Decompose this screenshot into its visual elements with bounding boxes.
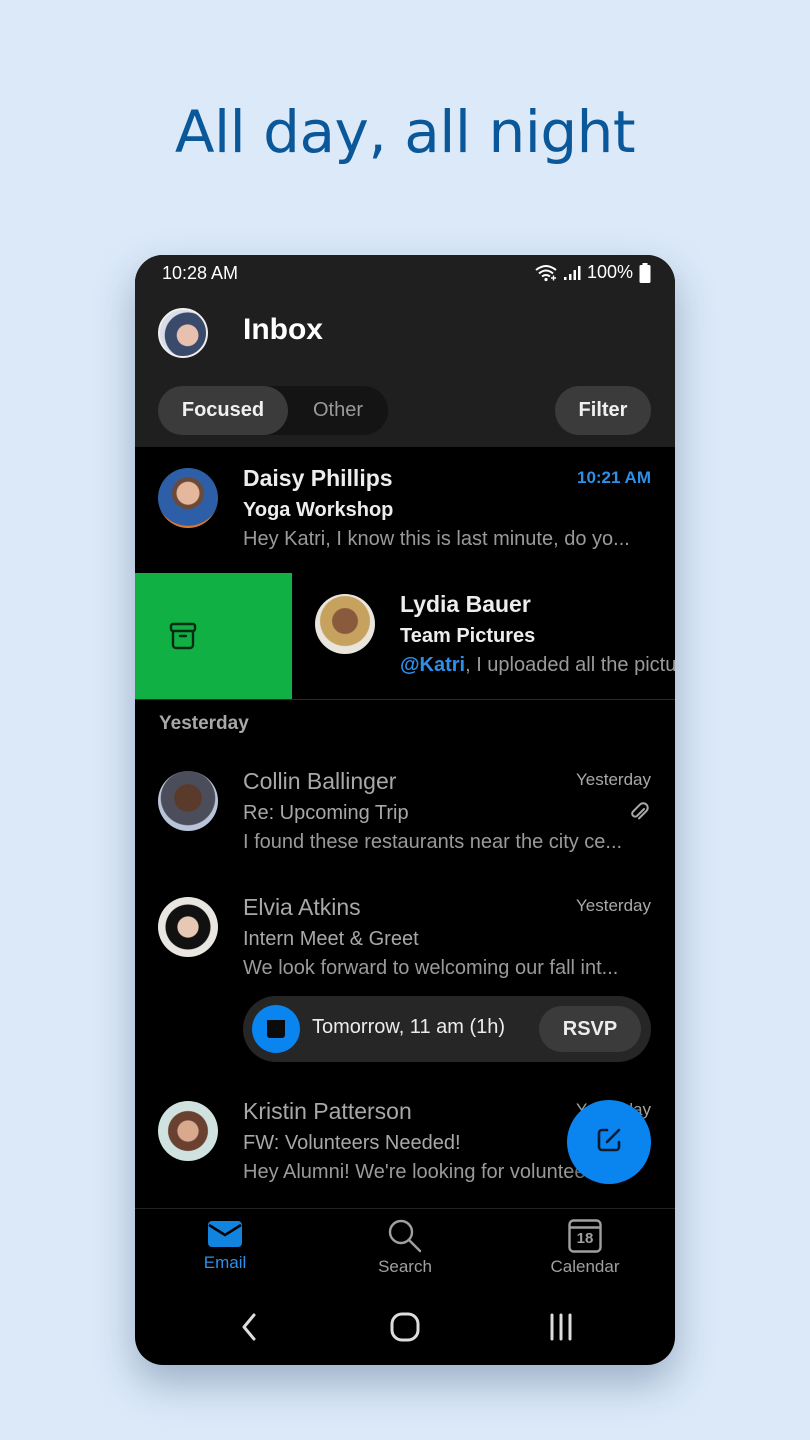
- message-preview: We look forward to welcoming our fall in…: [243, 957, 619, 979]
- section-header-yesterday: Yesterday: [159, 713, 249, 734]
- preview-text: , I uploaded all the pictures: [465, 654, 675, 676]
- inbox-pivot: Focused Other: [158, 386, 388, 435]
- home-icon: [390, 1312, 420, 1347]
- message-subject: Re: Upcoming Trip: [243, 802, 409, 824]
- battery-icon: [639, 262, 651, 283]
- signal-icon: [563, 265, 581, 281]
- sender-avatar: [158, 1101, 218, 1161]
- divider: [135, 699, 675, 700]
- nav-search[interactable]: Search: [335, 1219, 475, 1277]
- message-preview: Hey Katri, I know this is last minute, d…: [243, 528, 630, 550]
- nav-email[interactable]: Email: [155, 1219, 295, 1273]
- message-subject: Team Pictures: [400, 625, 536, 647]
- sender-avatar: [158, 771, 218, 831]
- message-row[interactable]: Lydia Bauer Team Pictures @Katri, I uplo…: [292, 573, 675, 699]
- event-card[interactable]: Tomorrow, 11 am (1h) RSVP: [243, 996, 651, 1062]
- calendar-day: 18: [576, 1230, 594, 1247]
- message-subject: Yoga Workshop: [243, 499, 394, 521]
- calendar-icon: 18: [568, 1219, 602, 1253]
- back-button[interactable]: [229, 1309, 269, 1349]
- system-nav-bar: [135, 1293, 675, 1365]
- sender-avatar: [315, 594, 375, 654]
- back-icon: [239, 1312, 259, 1347]
- compose-icon: [594, 1125, 624, 1160]
- nav-calendar[interactable]: 18 Calendar: [515, 1219, 655, 1277]
- sender-avatar: [158, 468, 218, 528]
- wifi-icon: [535, 264, 557, 282]
- calendar-event-icon: [252, 1005, 300, 1053]
- tab-focused[interactable]: Focused: [158, 386, 288, 435]
- sender-name: Elvia Atkins: [243, 894, 361, 920]
- nav-email-label: Email: [203, 1253, 247, 1272]
- compose-button[interactable]: [567, 1100, 651, 1184]
- message-subject: FW: Volunteers Needed!: [243, 1132, 461, 1154]
- account-avatar[interactable]: [158, 308, 208, 358]
- sender-name: Collin Ballinger: [243, 768, 397, 794]
- battery-percent: 100%: [586, 262, 633, 282]
- mention[interactable]: @Katri: [400, 654, 465, 676]
- message-row[interactable]: Collin Ballinger Yesterday Re: Upcoming …: [135, 755, 675, 875]
- message-preview: I found these restaurants near the city …: [243, 831, 623, 853]
- nav-search-label: Search: [378, 1257, 432, 1276]
- search-icon: [335, 1219, 475, 1253]
- message-time: Yesterday: [576, 770, 651, 789]
- status-bar: 10:28 AM 100%: [135, 255, 675, 291]
- event-time: Tomorrow, 11 am (1h): [312, 1016, 506, 1038]
- archive-icon: [169, 621, 197, 656]
- status-icons: 100%: [535, 262, 651, 283]
- mail-icon: [155, 1219, 295, 1249]
- sender-name: Kristin Patterson: [243, 1098, 412, 1124]
- recents-icon: [548, 1312, 574, 1347]
- filter-button[interactable]: Filter: [555, 386, 651, 435]
- app-header: 10:28 AM 100% Inbox Focused Other Filter: [135, 255, 675, 447]
- home-button[interactable]: [385, 1309, 425, 1349]
- status-time: 10:28 AM: [162, 263, 239, 283]
- sender-name: Lydia Bauer: [400, 591, 531, 617]
- message-subject: Intern Meet & Greet: [243, 928, 419, 950]
- tab-other[interactable]: Other: [288, 386, 388, 435]
- rsvp-button[interactable]: RSVP: [539, 1006, 641, 1052]
- phone-screen: 10:28 AM 100% Inbox Focused Other Filter: [135, 255, 675, 1365]
- headline: All day, all night: [174, 98, 636, 166]
- sender-avatar: [158, 897, 218, 957]
- bottom-nav: Email Search 18 Calendar: [135, 1208, 675, 1293]
- message-time: 10:21 AM: [576, 468, 651, 487]
- message-time: Yesterday: [576, 896, 651, 915]
- nav-calendar-label: Calendar: [550, 1257, 620, 1276]
- message-preview: @Katri, I uploaded all the pictures: [400, 654, 675, 677]
- page-title: Inbox: [243, 313, 323, 346]
- swipe-archive-action[interactable]: [135, 573, 292, 699]
- message-row[interactable]: Daisy Phillips 10:21 AM Yoga Workshop He…: [135, 447, 675, 573]
- sender-name: Daisy Phillips: [243, 465, 393, 491]
- recents-button[interactable]: [541, 1309, 581, 1349]
- attachment-icon: [629, 801, 649, 828]
